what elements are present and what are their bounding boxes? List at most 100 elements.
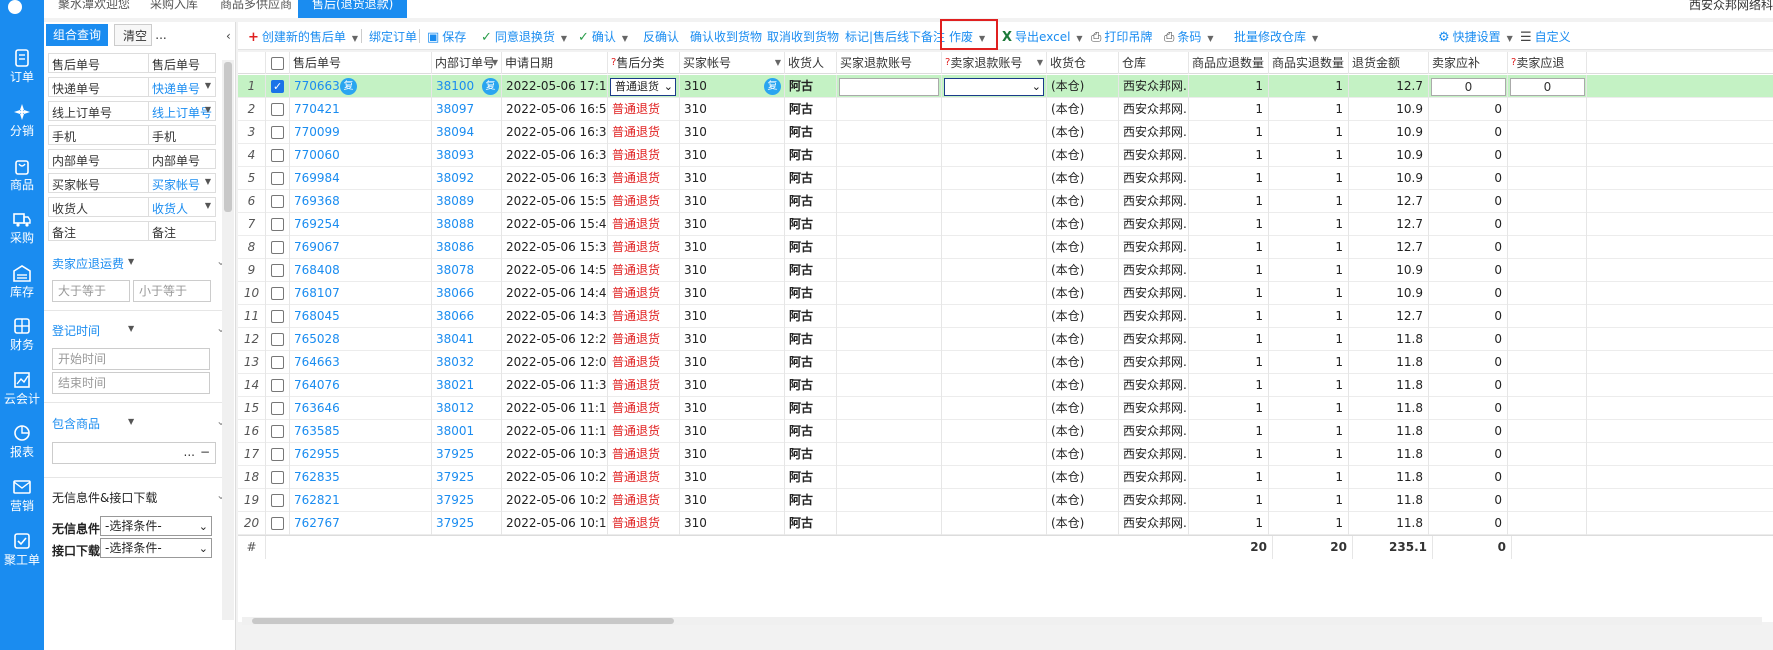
tab-multi-supplier[interactable]: 商品多供应商: [220, 0, 292, 18]
table-row[interactable]: 4 770060 38093 2022-05-06 16:33:44 普通退货 310 阿古…: [238, 144, 1773, 167]
checkbox[interactable]: [271, 149, 284, 162]
nav-item-reports[interactable]: 报表: [0, 417, 44, 469]
start-time-input[interactable]: 开始时间: [52, 348, 210, 370]
dropdown-icon[interactable]: ▼: [492, 52, 498, 74]
table-row[interactable]: 18 762835 37925 2022-05-06 10:23:00 普通退货 310 阿…: [238, 466, 1773, 489]
table-cell[interactable]: 769984: [290, 167, 432, 190]
table-cell[interactable]: 769067: [290, 236, 432, 259]
column-header[interactable]: 退货金额: [1349, 52, 1429, 74]
table-cell[interactable]: 37925: [432, 443, 502, 466]
table-row[interactable]: 6 769368 38089 2022-05-06 15:53:59 普通退货 310 阿古…: [238, 190, 1773, 213]
row-checkbox-cell[interactable]: [266, 144, 290, 167]
filter-field-type[interactable]: 售后单号: [152, 56, 200, 73]
row-checkbox-cell[interactable]: [266, 489, 290, 512]
table-cell[interactable]: 770421: [290, 98, 432, 121]
column-header[interactable]: 收货人: [785, 52, 837, 74]
dropdown-icon[interactable]: ▼: [128, 257, 134, 266]
tab-purchase-inbound[interactable]: 采购入库: [150, 0, 198, 18]
table-cell[interactable]: 37925: [432, 466, 502, 489]
table-cell[interactable]: 38100 复: [432, 75, 502, 98]
column-header[interactable]: ?卖家应退: [1508, 52, 1587, 74]
checkbox[interactable]: [271, 264, 284, 277]
checkbox[interactable]: [271, 195, 284, 208]
column-header[interactable]: 仓库: [1119, 52, 1189, 74]
row-checkbox-cell[interactable]: [266, 259, 290, 282]
mark-remark-button[interactable]: 标记|售后线下备注: [845, 28, 945, 45]
freight-gte-input[interactable]: 大于等于: [52, 280, 130, 302]
quick-settings-button[interactable]: ⚙ 快捷设置 ▼: [1438, 28, 1513, 45]
more-button[interactable]: ...: [154, 24, 168, 46]
filter-field-type[interactable]: 快递单号: [152, 80, 200, 97]
column-header[interactable]: 内部订单号 ▼: [432, 52, 502, 74]
table-cell[interactable]: 770060: [290, 144, 432, 167]
table-cell[interactable]: 37925: [432, 512, 502, 535]
dropdown-icon[interactable]: ▼: [205, 105, 211, 114]
time-section-header[interactable]: 登记时间 ▼ ⌄: [48, 319, 226, 341]
table-row[interactable]: 10768107380662022-05-06 14:40:59普通退货310阿…: [238, 282, 1773, 305]
table-row[interactable]: 11768045380662022-05-06 14:36:36普通退货310阿…: [238, 305, 1773, 328]
table-cell[interactable]: 38094: [432, 121, 502, 144]
table-row[interactable]: 9 768408 38078 2022-05-06 14:57:42 普通退货 310 阿古…: [238, 259, 1773, 282]
table-cell[interactable]: 764663: [290, 351, 432, 374]
create-aftersale-button[interactable]: + 创建新的售后单 ▼: [248, 28, 358, 45]
column-header[interactable]: 申请日期: [502, 52, 608, 74]
table-cell[interactable]: 38066: [432, 282, 502, 305]
checkbox[interactable]: [271, 471, 284, 484]
filter-field-row[interactable]: 快递单号 快递单号 ▼: [48, 77, 216, 97]
row-checkbox-cell[interactable]: [266, 167, 290, 190]
table-row[interactable]: 15 763646 38012 2022-05-06 11:17:51 普通退货 310 阿…: [238, 397, 1773, 420]
table-cell[interactable]: 763646: [290, 397, 432, 420]
table-cell[interactable]: ⌄: [942, 75, 1047, 98]
table-cell[interactable]: 38089: [432, 190, 502, 213]
table-cell[interactable]: 768045: [290, 305, 432, 328]
download-select[interactable]: -选择条件- ⌄: [100, 538, 212, 558]
checkbox[interactable]: [271, 172, 284, 185]
collapse-panel-icon[interactable]: ‹: [226, 29, 231, 43]
table-row[interactable]: 17 762955 37925 2022-05-06 10:32:31 普通退货 310 阿…: [238, 443, 1773, 466]
table-cell[interactable]: 762955: [290, 443, 432, 466]
table-cell[interactable]: 37925: [432, 489, 502, 512]
dropdown-icon[interactable]: ▼: [205, 177, 211, 186]
table-row[interactable]: 16 763585 38001 2022-05-06 11:14:13 普通退货 310 阿…: [238, 420, 1773, 443]
buyer-refund-account-input[interactable]: [839, 78, 939, 96]
filter-field-row[interactable]: 售后单号 售后单号: [48, 53, 216, 73]
nav-item-goods[interactable]: 商品: [0, 150, 44, 202]
filter-field-row[interactable]: 手机 手机: [48, 125, 216, 145]
dropdown-icon[interactable]: ▼: [205, 201, 211, 210]
filter-scrollbar[interactable]: [222, 60, 234, 620]
table-row[interactable]: 12 765028 38041 2022-05-06 12:25:22 普通退货 310 阿…: [238, 328, 1773, 351]
nomsg-select[interactable]: -选择条件- ⌄: [100, 516, 212, 536]
table-cell[interactable]: 38012: [432, 397, 502, 420]
nav-item-marketing[interactable]: 营销: [0, 471, 44, 523]
row-checkbox-cell[interactable]: [266, 397, 290, 420]
goods-input[interactable]: ... −: [52, 442, 216, 464]
table-cell[interactable]: 38041: [432, 328, 502, 351]
column-header[interactable]: 售后单号: [290, 52, 432, 74]
table-cell[interactable]: 38001: [432, 420, 502, 443]
filter-field-row[interactable]: 线上订单号 线上订单号 ▼: [48, 101, 216, 121]
checkbox[interactable]: [271, 241, 284, 254]
confirm-button[interactable]: ✓ 确认 ▼: [578, 28, 628, 45]
checkbox[interactable]: [271, 448, 284, 461]
row-checkbox-cell[interactable]: [266, 443, 290, 466]
nav-item-orders[interactable]: 订单: [0, 42, 44, 94]
table-cell[interactable]: 38088: [432, 213, 502, 236]
table-row[interactable]: 19 762821 37925 2022-05-06 10:22:03 普通退货 310 阿…: [238, 489, 1773, 512]
checkbox[interactable]: [271, 75, 284, 98]
table-cell[interactable]: 38032: [432, 351, 502, 374]
row-checkbox-cell[interactable]: [266, 282, 290, 305]
table-cell[interactable]: 38093: [432, 144, 502, 167]
row-checkbox-cell[interactable]: [266, 305, 290, 328]
agree-exchange-button[interactable]: ✓ 同意退换货 ▼: [481, 28, 567, 45]
checkbox[interactable]: [271, 57, 284, 70]
row-checkbox-cell[interactable]: [266, 75, 290, 98]
column-header[interactable]: ?卖家退款账号 ▼: [942, 52, 1047, 74]
dropdown-icon[interactable]: ▼: [128, 324, 134, 333]
table-cell[interactable]: 普通退货 ⌄: [608, 75, 680, 98]
table-row[interactable]: 8 769067 38086 2022-05-06 15:36:02 普通退货 310 阿古…: [238, 236, 1773, 259]
table-cell[interactable]: 769368: [290, 190, 432, 213]
seller-refund-account-select[interactable]: ⌄: [944, 78, 1044, 96]
grid-hscrollbar[interactable]: [242, 617, 1762, 625]
batch-warehouse-button[interactable]: 批量修改仓库 ▼: [1234, 28, 1318, 45]
nav-item-cloud-accounting[interactable]: 云会计: [0, 364, 44, 416]
